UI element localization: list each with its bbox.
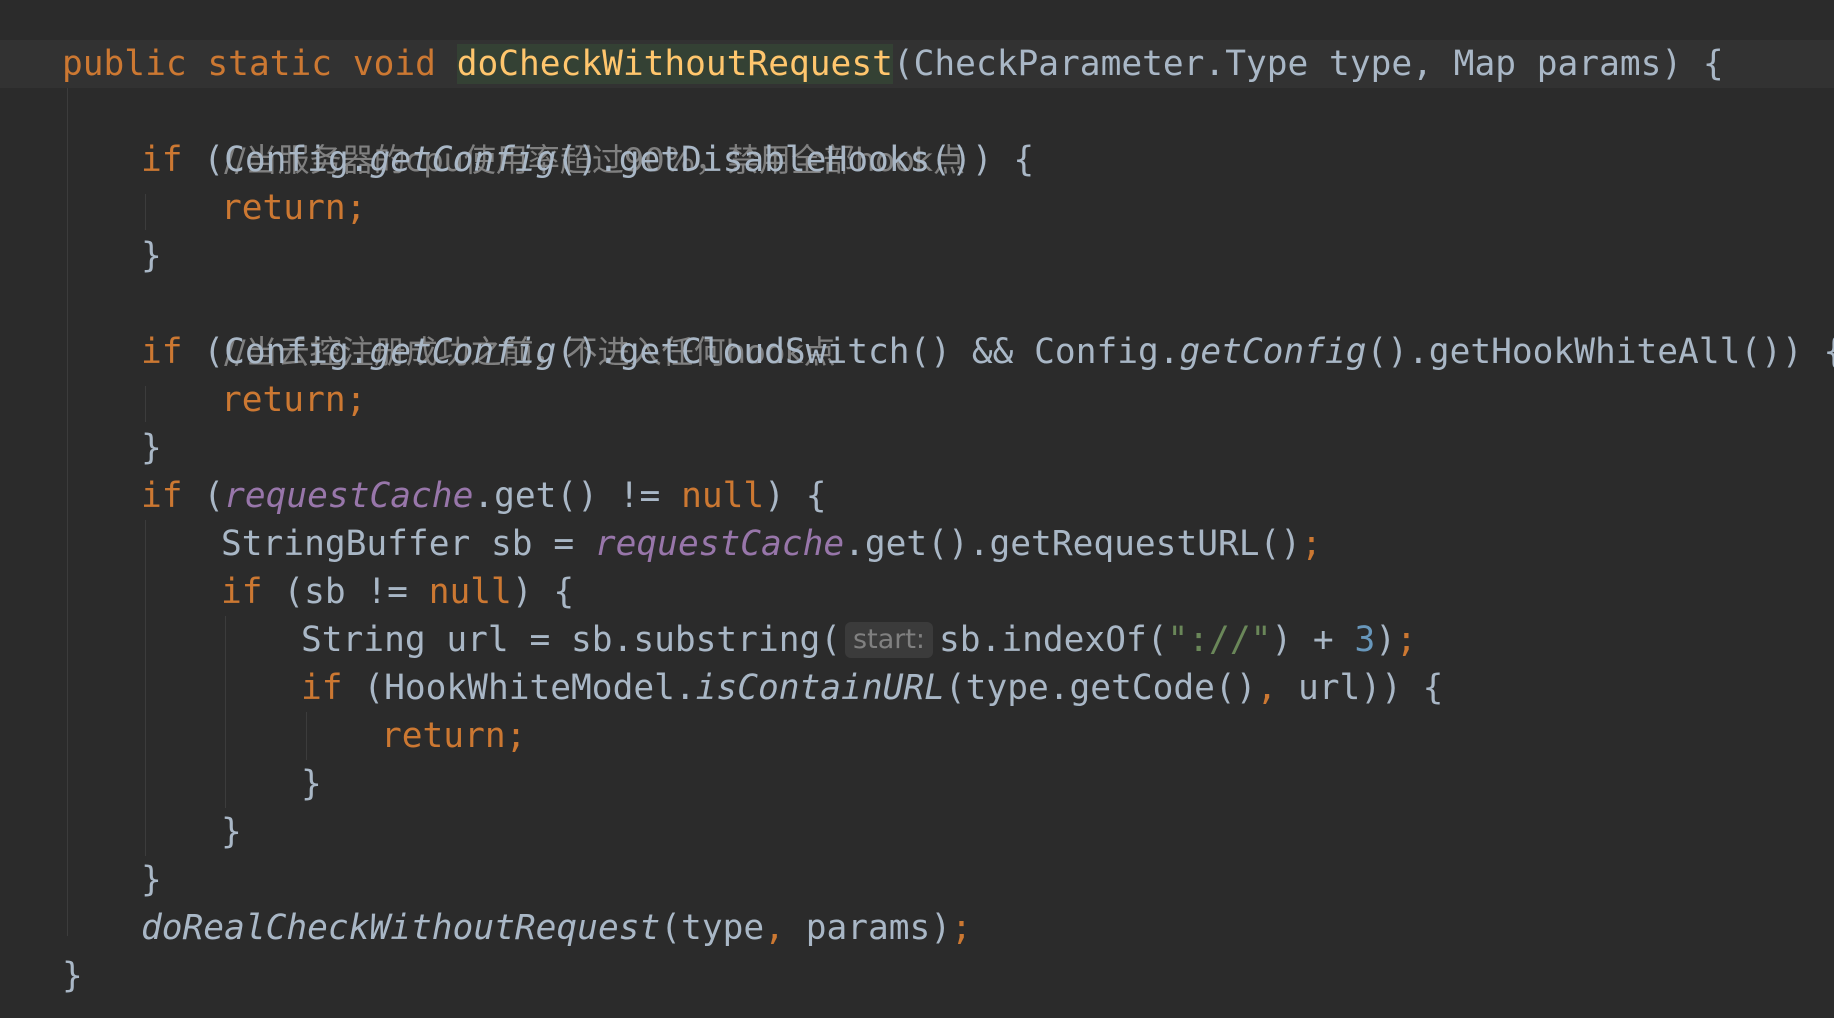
code-text: ) bbox=[1375, 620, 1397, 660]
code-line[interactable]: } bbox=[141, 424, 162, 472]
code-line[interactable]: if (Config.getConfig().getDisableHooks()… bbox=[141, 136, 1034, 184]
indent-guide bbox=[145, 520, 146, 856]
static-method-call: isContainURL bbox=[695, 668, 945, 708]
code-line[interactable]: //当服务器的cpu使用率超过90%，禁用全部hook点 bbox=[141, 88, 965, 179]
keyword-if: if bbox=[141, 476, 183, 516]
code-line[interactable]: doRealCheckWithoutRequest(type, params); bbox=[141, 904, 972, 952]
code-line[interactable]: String url = sb.substring(start: sb.index… bbox=[301, 616, 1417, 664]
keyword-return: return; bbox=[221, 188, 367, 228]
code-text: (type bbox=[660, 908, 765, 948]
string-literal: "://" bbox=[1167, 620, 1272, 660]
parameter-hint: start: bbox=[845, 622, 934, 658]
code-text: String url = sb.substring( bbox=[301, 620, 842, 660]
keyword-if: if bbox=[301, 668, 343, 708]
code-text: StringBuffer sb = bbox=[221, 524, 595, 564]
code-line[interactable]: return; bbox=[221, 184, 366, 232]
code-line[interactable]: //当云控注册成功之前，不进入任何hook点 bbox=[141, 280, 836, 371]
closing-brace: } bbox=[301, 764, 322, 804]
code-text: params) bbox=[784, 908, 952, 948]
closing-brace: } bbox=[141, 860, 162, 900]
code-text: sb.indexOf( bbox=[939, 620, 1168, 660]
static-method-call: getConfig bbox=[1179, 332, 1367, 372]
code-text: ( bbox=[182, 476, 225, 516]
closing-brace: } bbox=[141, 428, 162, 468]
code-text: (HookWhiteModel. bbox=[342, 668, 696, 708]
keyword-if: if bbox=[141, 140, 183, 180]
code-line[interactable]: } bbox=[141, 232, 162, 280]
keyword-if: if bbox=[141, 332, 183, 372]
closing-brace: } bbox=[141, 236, 162, 276]
code-line[interactable]: return; bbox=[221, 376, 366, 424]
indent-guide bbox=[306, 712, 307, 760]
code-line[interactable]: } bbox=[62, 952, 83, 1000]
code-line[interactable]: if (requestCache.get() != null) { bbox=[141, 472, 826, 520]
closing-brace: } bbox=[62, 956, 83, 996]
code-line[interactable]: StringBuffer sb = requestCache.get().get… bbox=[221, 520, 1322, 568]
code-text: (Config. bbox=[182, 332, 370, 372]
static-field: requestCache bbox=[224, 476, 474, 516]
code-text: .get().getRequestURL() bbox=[844, 524, 1302, 564]
code-text: ().getDisableHooks()) { bbox=[556, 140, 1035, 180]
static-method-call: getConfig bbox=[369, 140, 557, 180]
code-text: ) { bbox=[511, 572, 575, 612]
method-parameters: (CheckParameter.Type type, Map params) { bbox=[892, 44, 1724, 84]
keyword-null: null bbox=[428, 572, 512, 612]
code-line[interactable]: } bbox=[221, 808, 242, 856]
code-text: ().getHookWhiteAll()) { bbox=[1366, 332, 1834, 372]
semicolon: ; bbox=[1396, 620, 1417, 660]
code-text: ) + bbox=[1271, 620, 1355, 660]
code-text: (Config. bbox=[182, 140, 370, 180]
comma: , bbox=[764, 908, 785, 948]
indent-guide bbox=[67, 78, 68, 936]
code-line-current[interactable]: public static void doCheckWithoutRequest… bbox=[0, 40, 1834, 88]
code-text: (type.getCode() bbox=[944, 668, 1257, 708]
code-line[interactable]: if (sb != null) { bbox=[221, 568, 574, 616]
keyword-null: null bbox=[681, 476, 765, 516]
indent-guide bbox=[225, 616, 226, 808]
method-name[interactable]: doCheckWithoutRequest bbox=[456, 44, 893, 84]
static-method-call: getConfig bbox=[369, 332, 557, 372]
code-text: (sb != bbox=[262, 572, 429, 612]
keyword-public: public bbox=[62, 44, 187, 84]
code-text: url)) { bbox=[1277, 668, 1444, 708]
code-editor[interactable]: */ public static void doCheckWithoutRequ… bbox=[0, 0, 1834, 1018]
keyword-return: return; bbox=[221, 380, 367, 420]
keyword-if: if bbox=[221, 572, 263, 612]
code-line[interactable]: } bbox=[141, 856, 162, 904]
code-text: ) { bbox=[764, 476, 827, 516]
semicolon: ; bbox=[951, 908, 972, 948]
static-method-call: doRealCheckWithoutRequest bbox=[141, 908, 661, 948]
code-line[interactable]: return; bbox=[381, 712, 526, 760]
code-text: .get() != bbox=[473, 476, 682, 516]
code-line[interactable]: */ bbox=[82, 0, 207, 86]
semicolon: ; bbox=[1301, 524, 1322, 564]
number-literal: 3 bbox=[1354, 620, 1376, 660]
closing-brace: } bbox=[221, 812, 242, 852]
code-line[interactable]: } bbox=[301, 760, 322, 808]
code-line[interactable]: if (HookWhiteModel.isContainURL(type.get… bbox=[301, 664, 1443, 712]
static-field: requestCache bbox=[594, 524, 845, 564]
code-text: ().getCloudSwitch() && Config. bbox=[556, 332, 1180, 372]
code-line[interactable]: if (Config.getConfig().getCloudSwitch() … bbox=[141, 328, 1834, 376]
comma: , bbox=[1256, 668, 1278, 708]
keyword-static: static bbox=[207, 44, 333, 84]
keyword-return: return; bbox=[381, 716, 527, 756]
keyword-void: void bbox=[352, 44, 436, 84]
